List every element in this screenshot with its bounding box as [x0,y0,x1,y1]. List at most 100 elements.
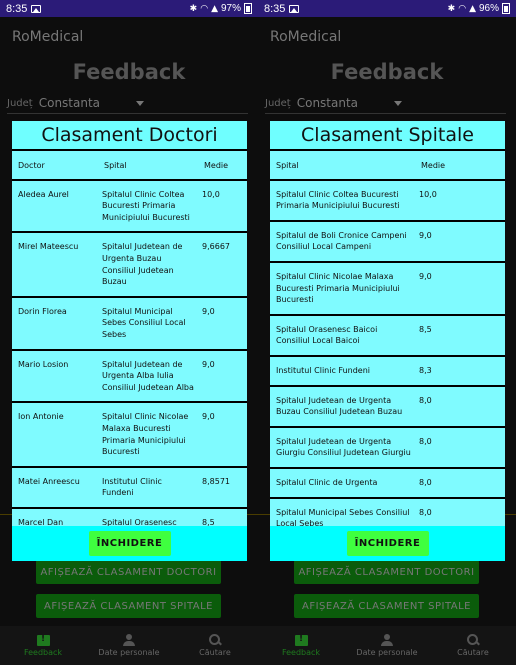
bluetooth-icon: ✱ [447,3,456,14]
table-row: Dorin Florea Spitalul Municipal Sebes Co… [12,297,247,349]
column-header-medie: Medie [198,151,247,179]
nav-personal-data[interactable]: Date personale [344,626,430,665]
hospital-name: Spitalul Clinic Coltea Bucuresti Primari… [98,180,198,232]
average-score: 10,0 [198,180,247,232]
bluetooth-icon: ✱ [189,3,198,14]
table-row: Spitalul de Boli Cronice Campeni Consili… [270,221,505,261]
wifi-icon: ◠ [458,3,467,14]
hospitals-ranking-dialog: Clasament Spitale Spital Medie Spitalul … [270,121,505,561]
average-score: 9,6667 [198,233,247,296]
average-score: 8,0 [415,468,505,497]
nav-feedback[interactable]: Feedback [258,626,344,665]
app-name: RoMedical [12,29,84,45]
judet-label: Județ [265,97,291,109]
nav-label: Feedback [23,647,63,657]
table-header-row: Doctor Spital Medie [12,151,247,179]
nav-search[interactable]: Căutare [172,626,258,665]
show-doctors-ranking-button[interactable]: AFIȘEAZĂ CLASAMENT DOCTORI [294,560,479,584]
table-row: Matei Anreescu Institutul Clinic Fundeni… [12,467,247,507]
judet-value: Constanta [296,96,359,110]
table-row: Spitalul Clinic Coltea Bucuresti Primari… [270,180,505,220]
table-row: Mirel Mateescu Spitalul Judetean de Urge… [12,233,247,296]
show-doctors-ranking-button[interactable]: AFIȘEAZĂ CLASAMENT DOCTORI [36,560,221,584]
hospital-name: Institutul Clinic Fundeni [98,467,198,507]
nav-label: Date personale [356,648,418,657]
nav-label: Date personale [98,648,160,657]
chevron-down-icon [394,100,403,106]
chevron-down-icon [136,100,145,106]
doctor-name: Mario Losion [12,350,98,402]
doctors-table: Doctor Spital Medie Aledea Aurel Spitalu… [12,149,247,538]
table-row: Institutul Clinic Fundeni 8,3 [270,356,505,385]
divider [7,113,248,114]
gallery-icon [289,4,300,13]
status-icons: ✱ ◠ ▲ 96% [448,3,510,14]
person-icon [123,634,135,646]
search-icon [209,634,221,646]
table-row: Aledea Aurel Spitalul Clinic Coltea Bucu… [12,180,247,232]
app-bar: RoMedical [0,17,258,57]
nav-personal-data[interactable]: Date personale [86,626,172,665]
hospital-name: Spitalul Judetean de Urgenta Alba Iulia … [98,350,198,402]
nav-label: Feedback [281,647,321,657]
dialog-footer: ÎNCHIDERE [270,526,505,561]
column-header-doctor: Doctor [12,151,98,179]
average-score: 8,0 [415,386,505,426]
table-row: Spitalul Clinic Nicolae Malaxa Bucuresti… [270,262,505,314]
judet-selector[interactable]: Județ Constanta [7,96,145,110]
table-row: Spitalul Orasenesc Baicoi Consiliul Loca… [270,315,505,355]
status-bar: 8:35 ✱ ◠ ▲ 97% [0,0,258,17]
doctors-table-scroll[interactable]: Doctor Spital Medie Aledea Aurel Spitalu… [12,149,247,549]
hospital-name: Spitalul Orasenesc Baicoi Consiliul Loca… [270,315,415,355]
table-row: Spitalul Clinic de Urgenta 8,0 [270,468,505,497]
battery-icon [502,3,510,14]
close-button[interactable]: ÎNCHIDERE [88,531,171,556]
average-score: 9,0 [198,403,247,466]
average-score: 9,0 [415,262,505,314]
average-score: 8,5 [415,315,505,355]
average-score: 8,8571 [198,467,247,507]
show-hospitals-ranking-button[interactable]: AFIȘEAZĂ CLASAMENT SPITALE [294,594,479,618]
nav-label: Căutare [199,648,231,657]
average-score: 8,0 [415,427,505,467]
table-row: Spitalul Judetean de Urgenta Buzau Consi… [270,386,505,426]
judet-selector[interactable]: Județ Constanta [265,96,403,110]
bottom-navigation: Feedback Date personale Căutare [0,626,258,665]
average-score: 9,0 [415,221,505,261]
signal-icon: ▲ [469,3,476,14]
nav-search[interactable]: Căutare [430,626,516,665]
table-header-row: Spital Medie [270,151,505,179]
judet-value: Constanta [38,96,101,110]
feedback-icon [36,634,50,646]
status-bar: 8:35 ✱ ◠ ▲ 96% [258,0,516,17]
dialog-title: Clasament Doctori [41,124,218,146]
close-button[interactable]: ÎNCHIDERE [346,531,429,556]
wifi-icon: ◠ [200,3,209,14]
hospitals-table-scroll[interactable]: Spital Medie Spitalul Clinic Coltea Bucu… [270,149,505,549]
dialog-title: Clasament Spitale [301,124,474,146]
battery-level: 96% [478,3,499,14]
column-header-medie: Medie [415,151,505,179]
hospital-name: Spitalul Clinic de Urgenta [270,468,415,497]
doctors-ranking-dialog: Clasament Doctori Doctor Spital Medie Al… [12,121,247,561]
show-hospitals-ranking-button[interactable]: AFIȘEAZĂ CLASAMENT SPITALE [36,594,221,618]
page-title: Feedback [330,60,444,84]
average-score: 9,0 [198,297,247,349]
hospital-name: Spitalul Clinic Nicolae Malaxa Bucuresti… [270,262,415,314]
nav-label: Căutare [457,648,489,657]
average-score: 8,3 [415,356,505,385]
doctor-name: Mirel Mateescu [12,233,98,296]
table-row: Ion Antonie Spitalul Clinic Nicolae Mala… [12,403,247,466]
hospital-name: Spitalul Municipal Sebes Consiliul Local… [98,297,198,349]
judet-label: Județ [7,97,33,109]
divider [265,113,506,114]
hospital-name: Spitalul Judetean de Urgenta Buzau Consi… [270,386,415,426]
nav-feedback[interactable]: Feedback [0,626,86,665]
hospital-name: Spitalul Judetean de Urgenta Buzau Consi… [98,233,198,296]
right-screen: 8:35 ✱ ◠ ▲ 96% RoMedical Feedback Județ … [258,0,516,665]
hospitals-table: Spital Medie Spitalul Clinic Coltea Bucu… [270,149,505,540]
doctor-name: Aledea Aurel [12,180,98,232]
column-header-spital: Spital [98,151,198,179]
feedback-icon [294,634,308,646]
signal-icon: ▲ [211,3,218,14]
